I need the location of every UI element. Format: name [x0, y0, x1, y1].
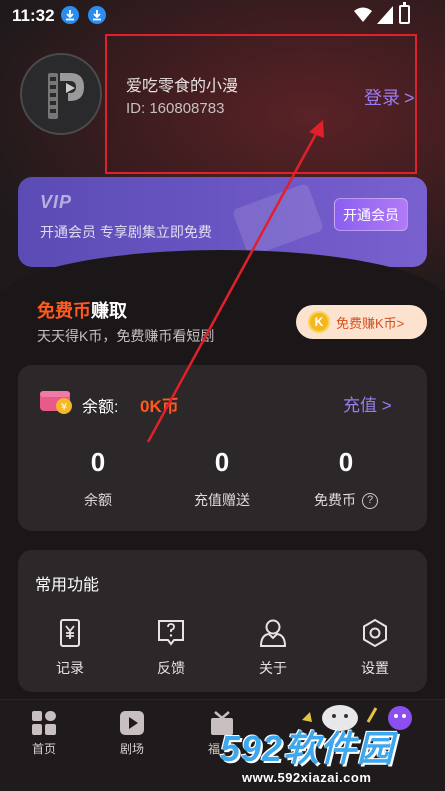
- balance-label: 余额:: [82, 399, 119, 416]
- status-time: 11:32: [12, 6, 55, 25]
- function-feedback[interactable]: 反馈: [136, 618, 206, 678]
- stat-value: 0: [90, 447, 106, 477]
- record-icon: [60, 619, 80, 647]
- vip-decoration: [231, 182, 325, 258]
- help-icon[interactable]: ?: [362, 493, 378, 510]
- function-label: 设置: [361, 660, 389, 676]
- watermark: 592软件园 www.592xiazai.com: [220, 720, 445, 791]
- wifi-icon: [354, 7, 372, 28]
- stat-value: 0: [214, 447, 230, 477]
- stat-label: 免费币?: [286, 490, 406, 510]
- function-label: 关于: [259, 660, 287, 676]
- function-about[interactable]: 关于: [238, 618, 308, 678]
- balance-card: ¥ 余额: 0K币 充值 > 0 余额 0 充值赠送 0 免费币?: [18, 365, 427, 531]
- stat-recharge-bonus: 0 充值赠送: [162, 447, 282, 510]
- balance-value: 0K币: [140, 397, 179, 416]
- recharge-link[interactable]: 充值 >: [343, 391, 392, 416]
- function-label: 反馈: [157, 660, 185, 676]
- battery-icon: [399, 2, 410, 24]
- stat-balance: 0 余额: [38, 447, 158, 510]
- earn-coins-label: 免费赚K币>: [336, 315, 405, 331]
- common-functions-card: 常用功能 记录 反馈 关于 设置: [18, 550, 427, 692]
- theater-icon: [120, 711, 144, 735]
- signal-icon: [377, 6, 393, 29]
- download-icon: [88, 6, 106, 24]
- earn-coins-button[interactable]: K 免费赚K币>: [296, 305, 427, 339]
- svg-text:¥: ¥: [61, 402, 67, 413]
- download-icon: [61, 6, 79, 24]
- about-icon: [259, 619, 287, 647]
- wallet-icon: ¥: [40, 389, 74, 420]
- open-membership-button[interactable]: 开通会员: [334, 198, 408, 231]
- vip-description: 开通会员 专享剧集立即免费: [40, 224, 212, 240]
- function-label: 记录: [56, 660, 84, 676]
- function-record[interactable]: 记录: [35, 618, 105, 678]
- nav-home[interactable]: 首页: [14, 710, 74, 757]
- avatar[interactable]: [20, 53, 102, 135]
- stat-label: 充值赠送: [194, 492, 250, 508]
- nav-label: 首页: [31, 742, 56, 756]
- k-coin-icon: K: [308, 311, 330, 333]
- stat-value: 0: [338, 447, 354, 477]
- app-logo-icon: [48, 73, 84, 119]
- stat-label: 余额: [84, 492, 112, 508]
- nav-label: 剧场: [119, 742, 144, 756]
- chevron-right-icon: >: [381, 396, 392, 415]
- free-coins-subtitle: 天天得K币，免费赚币看短剧: [37, 328, 215, 344]
- watermark-brand: 592软件园: [220, 728, 395, 769]
- annotation-box: [105, 34, 417, 174]
- feedback-icon: [158, 620, 184, 646]
- settings-icon: [363, 618, 387, 648]
- recharge-label: 充值: [343, 396, 377, 415]
- free-coins-title: 免费币赚取: [37, 297, 127, 323]
- common-functions-title: 常用功能: [35, 577, 100, 594]
- status-bar: 11:32: [0, 0, 445, 32]
- watermark-url: www.592xiazai.com: [242, 770, 372, 785]
- nav-theater[interactable]: 剧场: [102, 710, 162, 757]
- stat-label-text: 免费币: [314, 492, 356, 508]
- free-coins-title-highlight: 免费币: [37, 301, 91, 321]
- stat-free-coins: 0 免费币?: [286, 447, 406, 510]
- free-coins-title-rest: 赚取: [91, 301, 127, 321]
- function-settings[interactable]: 设置: [340, 618, 410, 678]
- vip-logo: VIP: [40, 192, 73, 212]
- home-icon: [32, 711, 56, 735]
